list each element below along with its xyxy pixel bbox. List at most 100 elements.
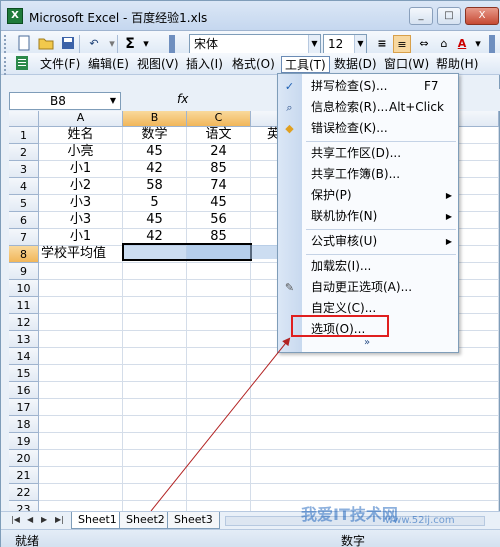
row-header[interactable]: 20 xyxy=(9,450,39,467)
excel-doc-icon[interactable] xyxy=(13,55,31,73)
table-cell[interactable] xyxy=(123,399,187,416)
table-cell[interactable] xyxy=(123,382,187,399)
table-cell[interactable]: 45 xyxy=(123,212,187,229)
table-cell[interactable]: 74 xyxy=(187,178,251,195)
first-sheet-icon[interactable]: |◀ xyxy=(11,515,20,524)
table-cell[interactable]: 小3 xyxy=(39,195,123,212)
table-cell[interactable] xyxy=(123,280,187,297)
menu-help[interactable]: 帮助(H) xyxy=(433,56,481,73)
autosum-dropdown-icon[interactable]: ▾ xyxy=(137,35,155,53)
toolbar-options-icon[interactable] xyxy=(489,35,495,53)
undo-dropdown-icon[interactable]: ▾ xyxy=(103,35,121,53)
table-cell[interactable]: 58 xyxy=(123,178,187,195)
menu-tools[interactable]: 工具(T) xyxy=(281,56,330,73)
table-cell[interactable] xyxy=(123,314,187,331)
row-header[interactable]: 4 xyxy=(9,178,39,195)
table-cell[interactable]: 5 xyxy=(123,195,187,212)
table-cell[interactable]: 小2 xyxy=(39,178,123,195)
table-cell[interactable] xyxy=(39,348,123,365)
font-color-dropdown-icon[interactable]: ▾ xyxy=(469,35,487,53)
menu-item-online-collab[interactable]: 联机协作(N) ▶ xyxy=(278,206,458,227)
row-header[interactable]: 22 xyxy=(9,484,39,501)
row-header[interactable]: 9 xyxy=(9,263,39,280)
row-header[interactable]: 5 xyxy=(9,195,39,212)
maximize-button[interactable]: □ xyxy=(437,7,461,25)
table-cell[interactable]: 小亮 xyxy=(39,144,123,161)
table-cell[interactable]: 小3 xyxy=(39,212,123,229)
column-header-a[interactable]: A xyxy=(39,111,123,127)
table-cell[interactable] xyxy=(123,501,187,511)
row-header[interactable]: 14 xyxy=(9,348,39,365)
row-header[interactable]: 7 xyxy=(9,229,39,246)
table-cell[interactable] xyxy=(251,399,499,416)
table-cell[interactable]: 85 xyxy=(187,161,251,178)
table-cell[interactable] xyxy=(187,484,251,501)
row-header[interactable]: 12 xyxy=(9,314,39,331)
table-cell[interactable]: 数学 xyxy=(123,127,187,144)
tab-sheet3[interactable]: Sheet3 xyxy=(167,512,220,529)
toolbar-grip[interactable] xyxy=(4,35,8,53)
table-cell[interactable]: 姓名 xyxy=(39,127,123,144)
table-cell[interactable] xyxy=(39,399,123,416)
close-button[interactable]: X xyxy=(465,7,499,25)
table-cell[interactable] xyxy=(187,314,251,331)
row-header[interactable]: 1 xyxy=(9,127,39,144)
table-cell[interactable] xyxy=(39,501,123,511)
menu-item-error-check[interactable]: ◆ 错误检查(K)... xyxy=(278,118,458,139)
align-left-button[interactable]: ≡ xyxy=(373,35,391,53)
menu-item-research[interactable]: ⌕ 信息检索(R)... Alt+Click xyxy=(278,97,458,118)
table-cell[interactable]: 小1 xyxy=(39,161,123,178)
table-cell[interactable]: 24 xyxy=(187,144,251,161)
table-cell[interactable] xyxy=(187,467,251,484)
prev-sheet-icon[interactable]: ◀ xyxy=(27,515,33,524)
table-cell[interactable] xyxy=(39,331,123,348)
row-header[interactable]: 13 xyxy=(9,331,39,348)
align-center-button[interactable]: ≡ xyxy=(393,35,411,53)
table-cell[interactable] xyxy=(187,365,251,382)
font-name-select[interactable]: 宋体 ▼ xyxy=(189,34,321,54)
table-cell[interactable] xyxy=(187,501,251,511)
row-header[interactable]: 2 xyxy=(9,144,39,161)
row-header[interactable]: 16 xyxy=(9,382,39,399)
row-header[interactable]: 15 xyxy=(9,365,39,382)
table-cell[interactable]: 56 xyxy=(187,212,251,229)
fill-color-icon[interactable]: ⌂ xyxy=(435,35,453,53)
menu-item-protection[interactable]: 保护(P) ▶ xyxy=(278,185,458,206)
name-box[interactable]: B8 ▼ xyxy=(9,92,121,110)
table-cell[interactable] xyxy=(39,416,123,433)
table-cell[interactable] xyxy=(251,484,499,501)
select-all-corner[interactable] xyxy=(9,111,39,127)
minimize-button[interactable]: _ xyxy=(409,7,433,25)
table-cell[interactable]: 小1 xyxy=(39,229,123,246)
table-cell[interactable]: 语文 xyxy=(187,127,251,144)
row-header[interactable]: 3 xyxy=(9,161,39,178)
title-bar[interactable]: X Microsoft Excel - 百度经验1.xls _ □ X xyxy=(1,1,500,31)
table-cell[interactable] xyxy=(187,433,251,450)
tab-sheet1[interactable]: Sheet1 xyxy=(71,512,124,529)
menu-insert[interactable]: 插入(I) xyxy=(183,56,226,73)
table-cell[interactable] xyxy=(39,382,123,399)
table-cell[interactable] xyxy=(39,484,123,501)
table-cell[interactable] xyxy=(187,280,251,297)
table-cell[interactable]: 45 xyxy=(187,195,251,212)
open-folder-icon[interactable] xyxy=(37,35,55,53)
table-cell[interactable] xyxy=(39,467,123,484)
menu-item-addins[interactable]: 加载宏(I)... xyxy=(278,256,458,277)
table-cell[interactable] xyxy=(39,297,123,314)
row-header[interactable]: 21 xyxy=(9,467,39,484)
table-cell[interactable] xyxy=(251,467,499,484)
table-cell[interactable] xyxy=(187,416,251,433)
table-cell[interactable]: 42 xyxy=(123,161,187,178)
table-cell[interactable] xyxy=(39,433,123,450)
table-cell[interactable] xyxy=(251,416,499,433)
table-cell[interactable] xyxy=(251,382,499,399)
table-cell[interactable] xyxy=(251,450,499,467)
table-cell[interactable] xyxy=(123,263,187,280)
column-header-b[interactable]: B xyxy=(123,111,187,127)
table-cell[interactable] xyxy=(251,365,499,382)
menu-format[interactable]: 格式(O) xyxy=(229,56,278,73)
merge-center-button[interactable]: ⇔ xyxy=(415,35,433,53)
table-cell[interactable] xyxy=(187,297,251,314)
row-header[interactable]: 19 xyxy=(9,433,39,450)
menu-view[interactable]: 视图(V) xyxy=(134,56,182,73)
